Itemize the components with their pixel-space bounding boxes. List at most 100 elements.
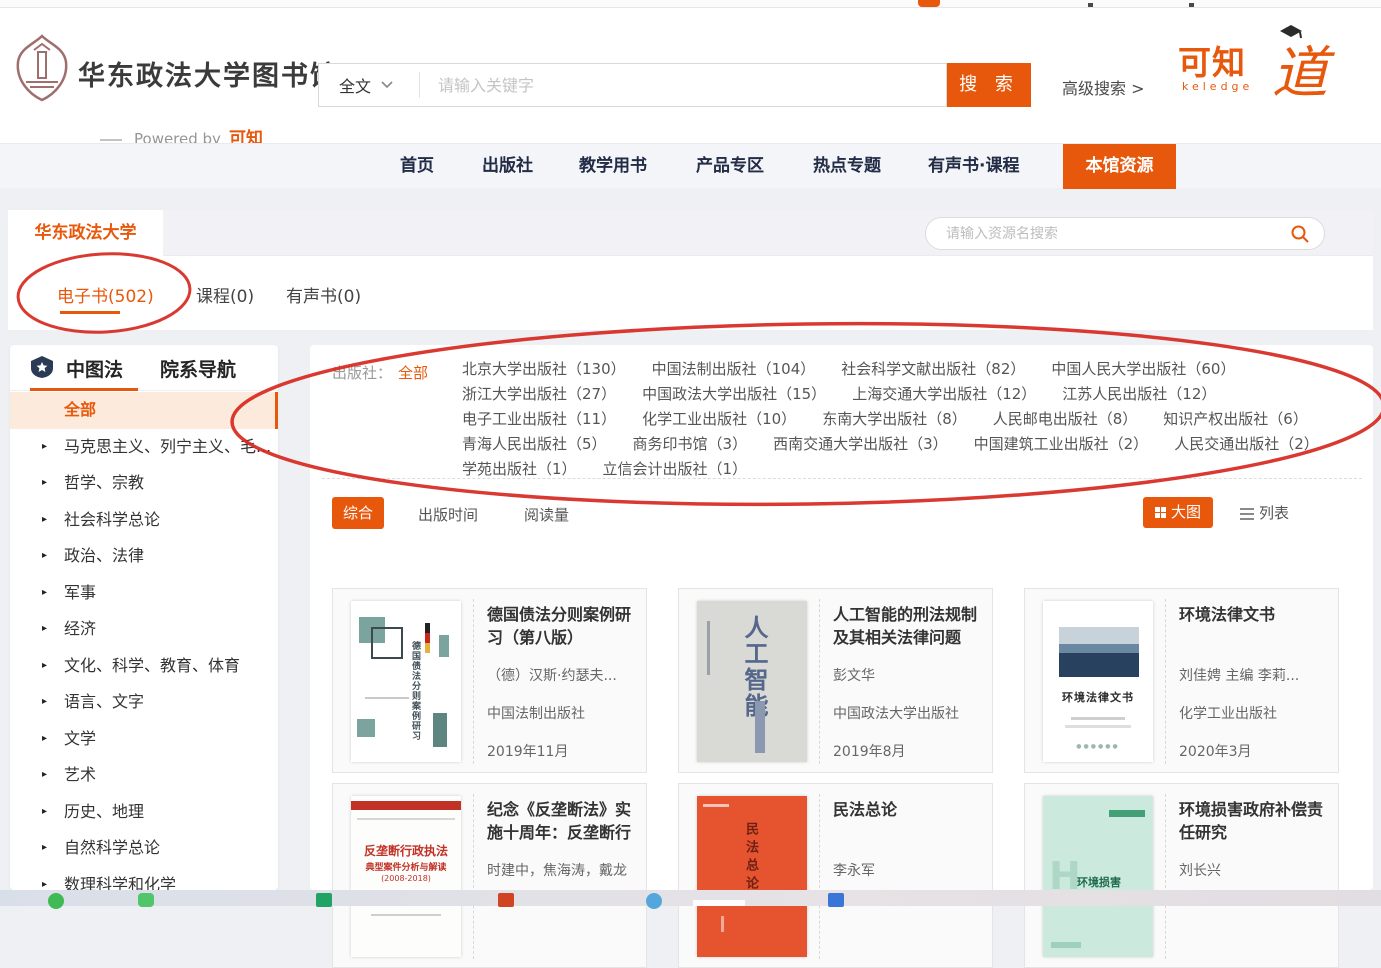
book-author: 彭文华 — [833, 665, 985, 685]
book-publisher: 中国政法大学出版社 — [833, 703, 985, 723]
category-item[interactable]: ▸军事 — [10, 575, 278, 612]
view-large-grid-button[interactable]: 大图 — [1143, 497, 1213, 528]
cover-decoration — [1071, 717, 1125, 720]
publisher-option[interactable]: 西南交通大学出版社（3） — [773, 434, 948, 455]
cover-decoration — [365, 697, 409, 699]
category-item[interactable]: ▸经济 — [10, 611, 278, 648]
cover-decoration — [357, 719, 375, 737]
nav-item-publishers[interactable]: 出版社 — [482, 144, 533, 189]
book-date: 2019年11月 — [487, 741, 568, 761]
publisher-option[interactable]: 知识产权出版社（6） — [1163, 409, 1308, 430]
sort-read-count[interactable]: 阅读量 — [524, 504, 569, 525]
advanced-search-link[interactable]: 高级搜索 > — [1062, 75, 1145, 99]
keledge-logo: 可知 道 keledge — [1178, 36, 1338, 108]
publisher-option[interactable]: 中国建筑工业出版社（2） — [974, 434, 1149, 455]
chevron-right-icon: ▸ — [42, 794, 47, 831]
publisher-option[interactable]: 中国法制出版社（104） — [652, 359, 816, 380]
publisher-option[interactable]: 中国政法大学出版社（15） — [642, 384, 826, 405]
sort-publish-date[interactable]: 出版时间 — [418, 504, 478, 525]
cover-title-text: 反垄断行政执法 — [351, 842, 461, 859]
book-card[interactable]: H 环境损害 政府补偿责任研究 环境损害政府补偿责任研究 刘长兴 — [1024, 783, 1339, 968]
category-item[interactable]: ▸艺术 — [10, 757, 278, 794]
publisher-option[interactable]: 立信会计出版社（1） — [603, 459, 748, 480]
publisher-option[interactable]: 东南大学出版社（8） — [822, 409, 967, 430]
cover-decoration — [439, 635, 449, 657]
category-item[interactable]: ▸政治、法律 — [10, 538, 278, 575]
taskbar-icon-spreadsheet[interactable] — [316, 893, 332, 907]
taskbar-icon-green-circle[interactable] — [48, 893, 64, 909]
view-list-label: 列表 — [1259, 504, 1289, 522]
publisher-option[interactable]: 人民交通出版社（2） — [1174, 434, 1319, 455]
publisher-filter-all[interactable]: 全部 — [398, 362, 428, 383]
publisher-option[interactable]: 中国人民大学出版社（60） — [1051, 359, 1235, 380]
search-icon[interactable] — [1290, 224, 1310, 244]
chevron-right-icon: ▸ — [42, 538, 47, 575]
tab-courses[interactable]: 课程(0) — [196, 282, 254, 307]
sidebar-tab-departments[interactable]: 院系导航 — [160, 355, 236, 382]
category-item[interactable]: ▸自然科学总论 — [10, 830, 278, 867]
divider — [819, 794, 820, 959]
nav-item-hot-topics[interactable]: 热点专题 — [813, 144, 881, 189]
search-scope-dropdown[interactable]: 全文 — [319, 73, 419, 97]
publisher-option[interactable]: 人民邮电出版社（8） — [993, 409, 1138, 430]
sort-comprehensive-button[interactable]: 综合 — [332, 497, 384, 529]
publisher-option[interactable]: 北京大学出版社（130） — [462, 359, 626, 380]
category-label: 文学 — [64, 729, 96, 748]
org-tab[interactable]: 华东政法大学 — [8, 210, 163, 256]
book-card[interactable]: 人工智能 人工智能的刑法规制及其相关法律问题 彭文华 中国政法大学出版社 201… — [678, 588, 993, 773]
cover-title-text: 环境法律文书 — [1043, 689, 1153, 705]
publisher-option[interactable]: 浙江大学出版社（27） — [462, 384, 616, 405]
cover-decoration — [1065, 725, 1131, 728]
cover-years-text: (2008-2018) — [351, 874, 461, 883]
publisher-option[interactable]: 青海人民出版社（5） — [462, 434, 607, 455]
divider — [473, 794, 474, 959]
taskbar-icon-blue-circle[interactable] — [646, 893, 662, 909]
nav-item-product-zone[interactable]: 产品专区 — [696, 144, 764, 189]
nav-item-teaching-books[interactable]: 教学用书 — [579, 144, 647, 189]
taskbar-icon-presentation[interactable] — [498, 893, 514, 907]
publisher-option[interactable]: 商务印书馆（3） — [633, 434, 748, 455]
book-card[interactable]: 反垄断行政执法 典型案件分析与解读 (2008-2018) 纪念《反垄断法》实施… — [332, 783, 647, 968]
category-item[interactable]: ▸历史、地理 — [10, 794, 278, 831]
cover-decoration — [1109, 810, 1145, 817]
category-item-all[interactable]: 全部 — [10, 392, 278, 429]
publisher-option[interactable]: 江苏人民出版社（12） — [1062, 384, 1216, 405]
publisher-option[interactable]: 上海交通大学出版社（12） — [852, 384, 1036, 405]
category-item[interactable]: ▸语言、文字 — [10, 684, 278, 721]
publisher-option[interactable]: 学苑出版社（1） — [462, 459, 577, 480]
cover-decoration — [1051, 942, 1081, 948]
search-button[interactable]: 搜 索 — [947, 63, 1031, 107]
primary-nav: 首页 出版社 教学用书 产品专区 热点专题 有声书·课程 本馆资源 — [0, 143, 1381, 188]
nav-item-library-resources[interactable]: 本馆资源 — [1063, 144, 1176, 189]
search-scope-value: 全文 — [339, 73, 371, 97]
book-card[interactable]: 德国债法分则案例研习 德国债法分则案例研习（第八版） （德）汉斯·约瑟夫... … — [332, 588, 647, 773]
publisher-option[interactable]: 社会科学文献出版社（82） — [841, 359, 1025, 380]
tab-ebooks[interactable]: 电子书(502) — [57, 282, 154, 307]
results-panel: 出版社： 全部 北京大学出版社（130） 中国法制出版社（104） 社会科学文献… — [310, 345, 1373, 890]
cover-decoration — [357, 818, 455, 820]
publisher-option[interactable]: 电子工业出版社（11） — [462, 409, 616, 430]
taskbar-icon-green-app[interactable] — [138, 893, 154, 907]
book-card[interactable]: 民法总论 民法总论 李永军 — [678, 783, 993, 968]
book-card[interactable]: 环境法律文书 ●●●●●● 环境法律文书 刘佳娉 主编 李莉... 化学工业出版… — [1024, 588, 1339, 773]
category-item[interactable]: ▸哲学、宗教 — [10, 465, 278, 502]
category-item[interactable]: ▸文学 — [10, 721, 278, 758]
keyword-search-input[interactable] — [420, 76, 946, 95]
book-cover: 环境法律文书 ●●●●●● — [1043, 601, 1153, 762]
publisher-option[interactable]: 化学工业出版社（10） — [642, 409, 796, 430]
browser-edge-strip — [0, 0, 1381, 8]
sidebar-tab-clc[interactable]: 中图法 — [66, 355, 123, 382]
tab-audiobooks[interactable]: 有声书(0) — [286, 282, 361, 307]
taskbar-icon-blue-app[interactable] — [828, 893, 844, 907]
category-item[interactable]: ▸社会科学总论 — [10, 502, 278, 539]
cover-decoration — [721, 916, 724, 932]
list-icon — [1240, 508, 1254, 520]
nav-item-audiobook-course[interactable]: 有声书·课程 — [928, 144, 1019, 189]
divider — [1165, 599, 1166, 764]
taskbar-active-window-fragment[interactable] — [693, 900, 745, 906]
nav-item-home[interactable]: 首页 — [400, 144, 434, 189]
category-item[interactable]: ▸文化、科学、教育、体育 — [10, 648, 278, 685]
resource-search-input[interactable] — [926, 226, 1290, 242]
view-list-button[interactable]: 列表 — [1240, 502, 1289, 523]
category-item[interactable]: ▸马克思主义、列宁主义、毛... — [10, 429, 278, 466]
